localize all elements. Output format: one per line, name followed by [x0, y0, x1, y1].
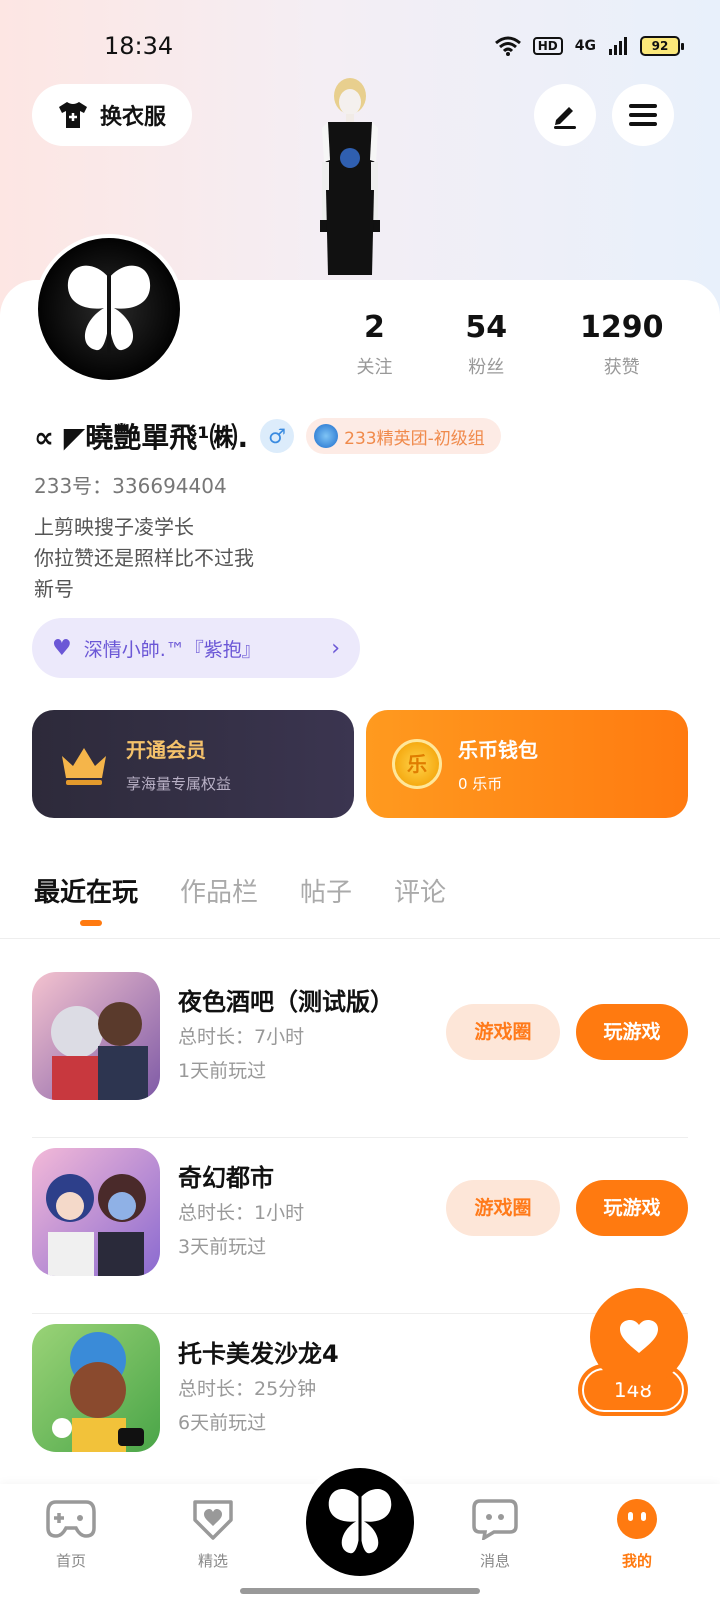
hd-badge: HD	[532, 37, 563, 55]
coin-icon: 乐	[392, 739, 442, 789]
nav-label: 我的	[621, 1552, 652, 1570]
game-art-icon	[46, 1174, 146, 1276]
vip-subtitle: 享海量专属权益	[126, 775, 232, 793]
chat-icon	[472, 1499, 518, 1542]
game-icon	[32, 1148, 160, 1276]
crown-icon	[62, 748, 106, 785]
bio-line: 上剪映搜子凌学长	[34, 515, 194, 539]
user-avatar[interactable]	[34, 234, 184, 384]
group-badge[interactable]: 233精英团-初级组	[306, 418, 501, 454]
butterfly-icon	[67, 265, 151, 354]
vip-banner[interactable]: 开通会员 享海量专属权益	[32, 710, 354, 818]
shirt-icon	[58, 102, 87, 128]
wallet-title: 乐币钱包	[458, 738, 538, 762]
nav-center-avatar[interactable]	[300, 1462, 420, 1582]
face-icon	[617, 1499, 657, 1539]
change-outfit-label: 换衣服	[99, 105, 166, 130]
butterfly-icon	[328, 1489, 392, 1557]
change-outfit-button[interactable]: 换衣服	[32, 84, 192, 146]
nav-label: 首页	[55, 1552, 86, 1570]
play-game-button[interactable]: 玩游戏	[576, 1004, 688, 1060]
game-last-played: 1天前玩过	[178, 1060, 267, 1082]
stat-followers[interactable]: 54 粉丝	[465, 310, 507, 379]
nav-mine[interactable]: 我的	[592, 1498, 682, 1571]
game-last-played: 3天前玩过	[178, 1236, 267, 1258]
home-indicator[interactable]	[240, 1588, 480, 1594]
pen-icon	[554, 107, 576, 129]
gender-male-icon: ♂	[260, 419, 295, 453]
vip-title: 开通会员	[126, 738, 206, 762]
game-circle-button[interactable]: 游戏圈	[446, 1004, 560, 1060]
stat-label: 关注	[356, 357, 393, 378]
game-duration: 总时长：1小时	[178, 1202, 305, 1224]
game-title: 夜色酒吧（测试版）	[178, 988, 394, 1016]
profile-stats: 2 关注 54 粉丝 1290 获赞	[320, 310, 700, 379]
game-circle-button[interactable]: 游戏圈	[446, 1180, 560, 1236]
nav-label: 消息	[479, 1552, 510, 1570]
tab-works[interactable]: 作品栏	[180, 872, 258, 909]
chevron-right-icon: ›	[331, 635, 340, 661]
wallet-balance: 0 乐币	[458, 775, 503, 793]
user-bio: 上剪映搜子凌学长 你拉赞还是照样比不过我 新号	[34, 512, 254, 605]
tabs-divider	[0, 938, 720, 939]
tab-posts[interactable]: 帖子	[300, 872, 352, 909]
stat-value: 54	[465, 310, 508, 345]
profile-tabs: 最近在玩 作品栏 帖子 评论	[34, 872, 446, 926]
game-row[interactable]: 奇幻都市 总时长：1小时 3天前玩过 游戏圈 玩游戏	[32, 1138, 688, 1314]
avatar-figure[interactable]	[300, 70, 400, 280]
game-art-icon	[51, 1002, 148, 1100]
intimacy-tag[interactable]: ♥ 深情小帥.™『紫抱』 ›	[32, 618, 360, 678]
stat-value: 1290	[580, 310, 664, 345]
status-icons: HD 4G 92	[494, 36, 684, 56]
user-id: 233号：336694404	[34, 474, 227, 498]
user-name: ∝ ◤曉艷單飛¹㈱.	[34, 421, 249, 454]
group-badge-label: 233精英团-初级组	[344, 428, 485, 449]
edit-profile-button[interactable]	[534, 84, 596, 146]
status-time: 18:34	[104, 32, 174, 60]
like-button[interactable]	[590, 1288, 688, 1386]
game-icon	[32, 1324, 160, 1452]
wallet-banner[interactable]: 乐 乐币钱包 0 乐币	[366, 710, 688, 818]
battery-level: 92	[651, 39, 669, 53]
game-art-icon	[52, 1332, 144, 1452]
heart-tag-icon	[193, 1500, 233, 1540]
stat-label: 获赞	[603, 357, 640, 378]
wifi-icon	[494, 36, 521, 56]
game-last-played: 6天前玩过	[178, 1412, 267, 1434]
status-bar: 18:34 HD 4G 92	[0, 28, 720, 64]
tab-comments[interactable]: 评论	[394, 872, 446, 909]
nav-home[interactable]: 首页	[26, 1498, 116, 1571]
signal-icon	[609, 37, 627, 55]
game-title: 托卡美发沙龙4	[178, 1340, 339, 1368]
menu-icon	[629, 104, 657, 126]
stat-following[interactable]: 2 关注	[356, 310, 392, 379]
game-title: 奇幻都市	[178, 1164, 274, 1192]
bio-line: 你拉赞还是照样比不过我	[34, 546, 254, 570]
heart-icon	[620, 1320, 658, 1353]
game-duration: 总时长：7小时	[178, 1026, 305, 1048]
game-duration: 总时长：25分钟	[178, 1378, 317, 1400]
intimacy-label: 深情小帥.™『紫抱』	[83, 638, 261, 661]
purple-heart-icon: ♥	[52, 635, 72, 661]
nav-label: 精选	[197, 1552, 228, 1570]
tab-recent-play[interactable]: 最近在玩	[34, 872, 138, 926]
stat-label: 粉丝	[468, 357, 505, 378]
stat-value: 2	[364, 310, 385, 345]
nav-featured[interactable]: 精选	[168, 1498, 258, 1571]
game-row[interactable]: 夜色酒吧（测试版） 总时长：7小时 1天前玩过 游戏圈 玩游戏	[32, 962, 688, 1138]
name-row: ∝ ◤曉艷單飛¹㈱. ♂ 233精英团-初级组	[34, 416, 501, 456]
network-label: 4G	[574, 38, 596, 54]
game-icon	[32, 972, 160, 1100]
battery-icon: 92	[640, 36, 684, 56]
bio-line: 新号	[34, 577, 74, 601]
badge-medal-icon	[314, 424, 339, 448]
menu-button[interactable]	[612, 84, 674, 146]
gamepad-icon	[46, 1500, 96, 1538]
stat-likes[interactable]: 1290 获赞	[580, 310, 664, 379]
play-game-button[interactable]: 玩游戏	[576, 1180, 688, 1236]
nav-messages[interactable]: 消息	[450, 1498, 540, 1571]
